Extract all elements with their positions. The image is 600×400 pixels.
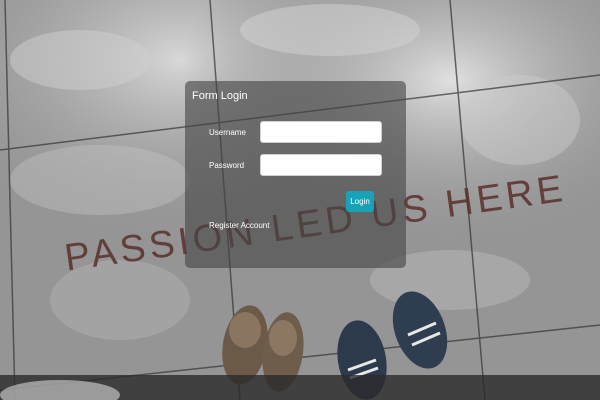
login-form-panel: Form Login Username Password Login Regis… — [185, 81, 406, 268]
password-label: Password — [209, 161, 245, 170]
login-button[interactable]: Login — [346, 191, 374, 212]
username-label: Username — [209, 128, 246, 137]
password-input[interactable] — [260, 154, 382, 176]
register-account-link[interactable]: Register Account — [209, 221, 269, 230]
form-title: Form Login — [192, 90, 248, 102]
username-input[interactable] — [260, 121, 382, 143]
login-page: PASSION LED US HERE Form Login Username … — [0, 0, 600, 400]
